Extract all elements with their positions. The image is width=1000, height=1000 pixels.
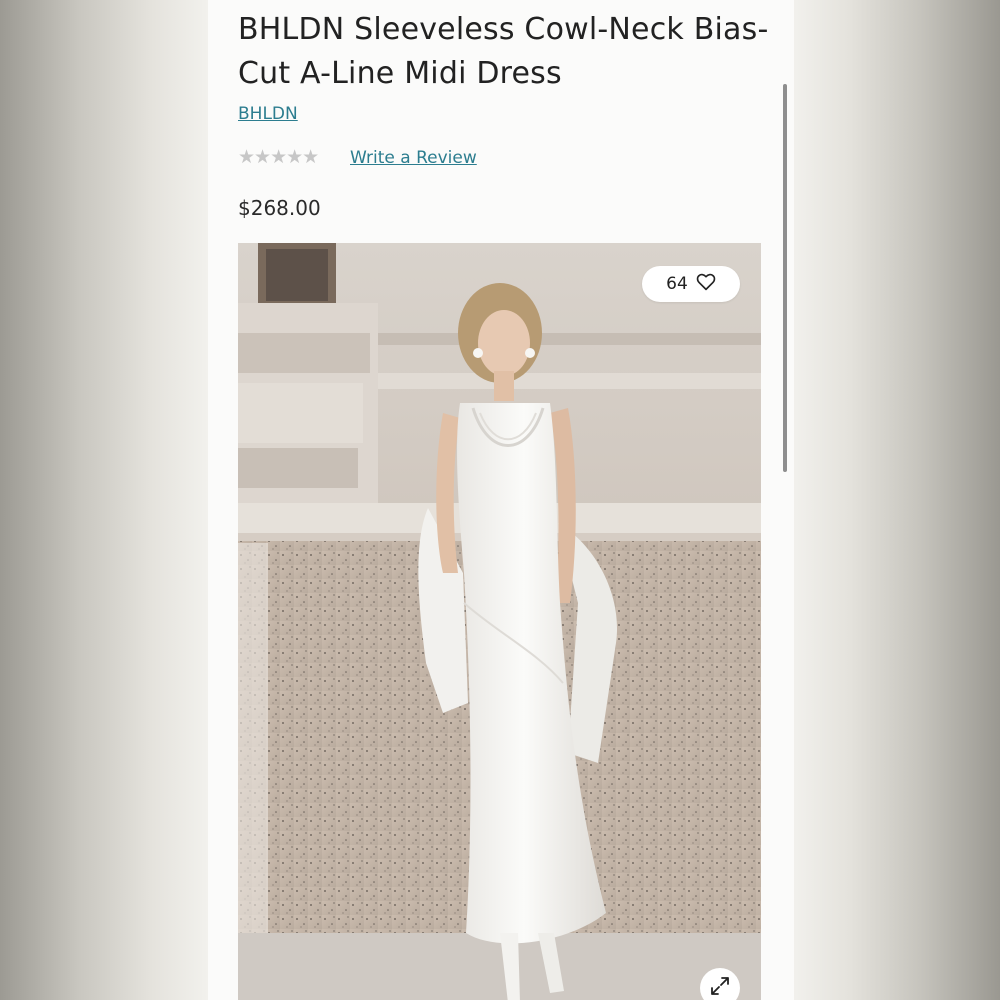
product-image[interactable]: 64 bbox=[238, 243, 761, 1000]
expand-image-button[interactable] bbox=[700, 968, 740, 1000]
product-photo bbox=[238, 243, 761, 1000]
product-title: BHLDN Sleeveless Cowl-Neck Bias-Cut A-Li… bbox=[238, 12, 769, 91]
wishlist-button[interactable]: 64 bbox=[642, 266, 740, 302]
wishlist-count: 64 bbox=[666, 274, 688, 294]
write-review-link[interactable]: Write a Review bbox=[350, 148, 477, 168]
rating-stars: ★★★★★ bbox=[238, 146, 319, 168]
product-price: $268.00 bbox=[238, 196, 321, 220]
expand-icon bbox=[709, 975, 731, 1000]
brand-link[interactable]: BHLDN bbox=[238, 104, 298, 124]
heart-icon bbox=[696, 273, 716, 295]
scrollbar[interactable] bbox=[783, 84, 787, 472]
product-page: BHLDN Sleeveless Cowl-Neck Bias-Cut A-Li… bbox=[208, 0, 794, 1000]
